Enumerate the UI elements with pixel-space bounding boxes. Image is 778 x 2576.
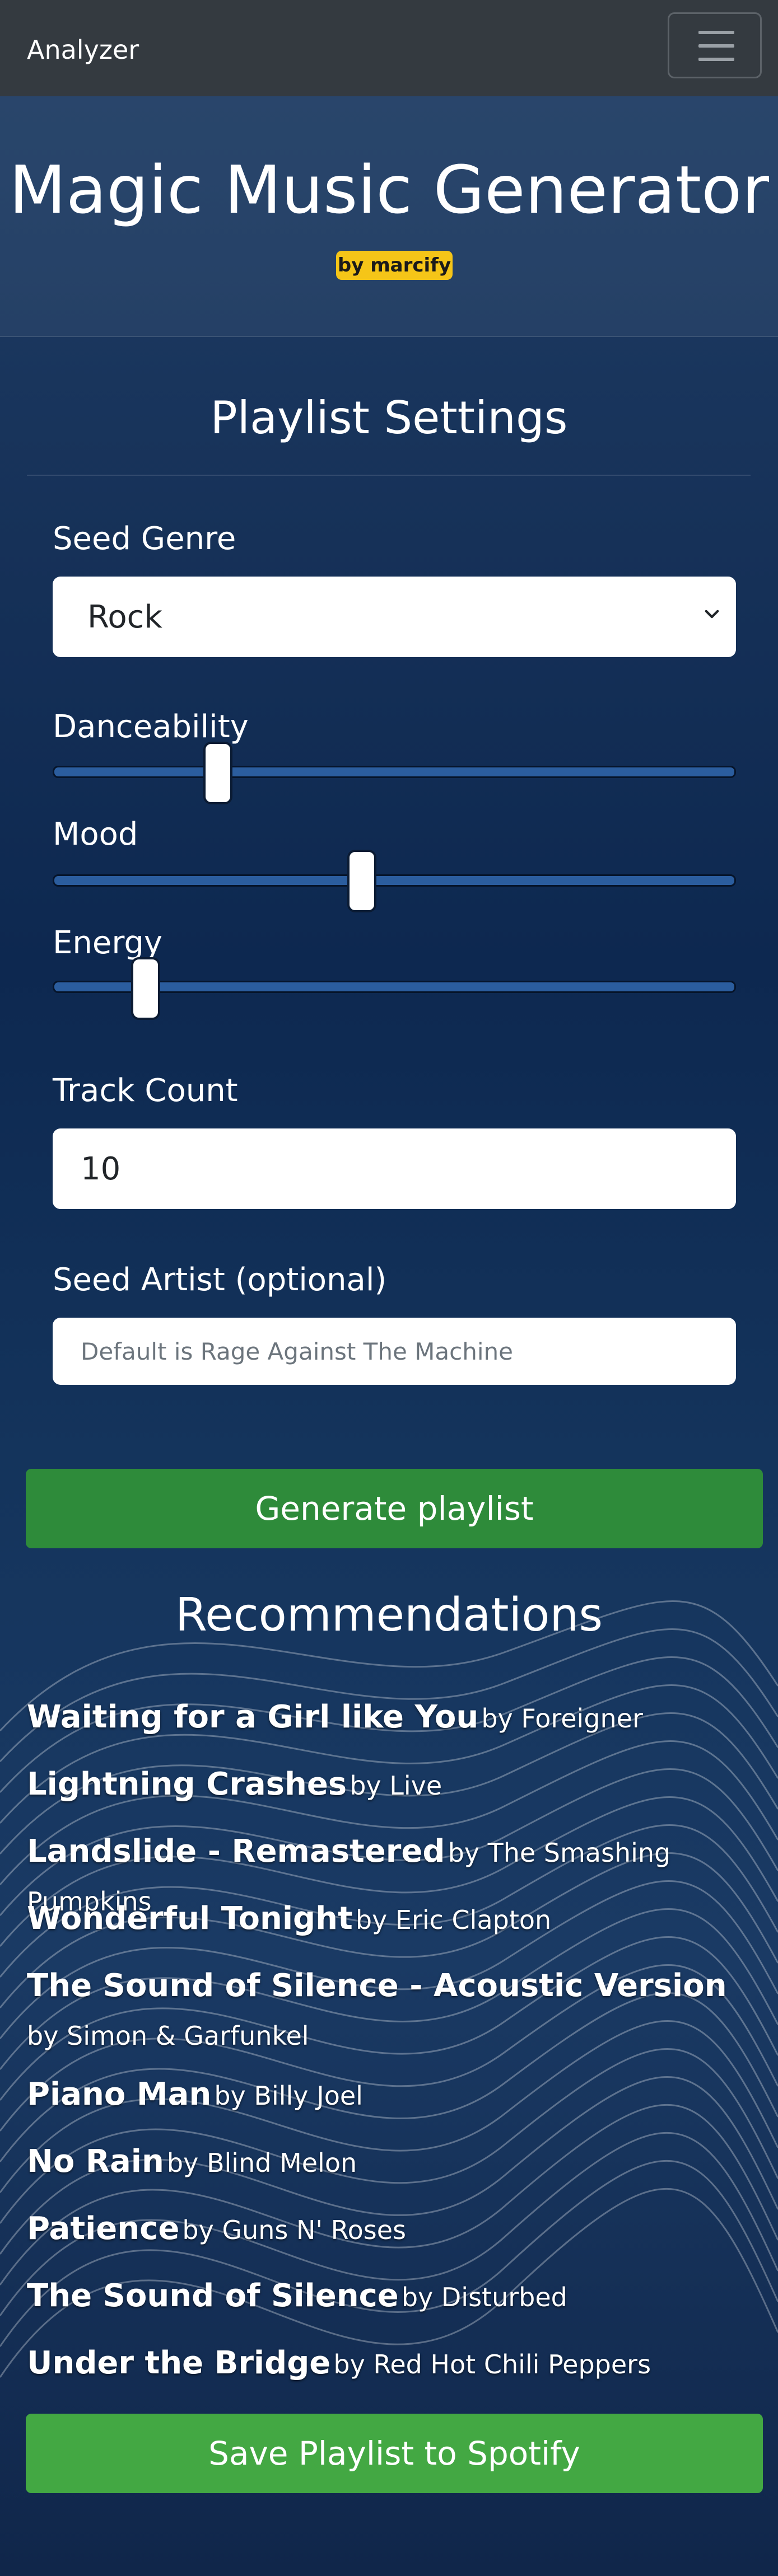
genre-select[interactable]: Rock [53,577,736,657]
navbar: Analyzer [0,0,778,96]
navbar-brand[interactable]: Analyzer [27,35,139,65]
save-to-spotify-button[interactable]: Save Playlist to Spotify [26,2414,763,2493]
seed-artist-input[interactable]: Default is Rage Against The Machine [53,1318,736,1385]
genre-select-value: Rock [87,599,162,635]
mood-slider-thumb[interactable] [347,850,376,912]
list-item: Under the Bridge by Red Hot Chili Pepper… [27,2345,651,2381]
generate-playlist-button[interactable]: Generate playlist [26,1469,763,1548]
danceability-slider-thumb[interactable] [203,742,232,804]
genre-label: Seed Genre [53,521,236,557]
list-item: Waiting for a Girl like You by Foreigner [27,1699,643,1735]
danceability-label: Danceability [53,709,249,745]
list-item: The Sound of Silence by Disturbed [27,2278,567,2314]
list-item: Piano Man by Billy Joel [27,2076,363,2113]
energy-slider-thumb[interactable] [131,957,161,1020]
mood-label: Mood [53,816,138,853]
seed-artist-placeholder: Default is Rage Against The Machine [81,1338,513,1365]
track-count-input[interactable]: 10 [53,1128,736,1209]
list-item: Wonderful Tonight by Eric Clapton [27,1900,552,1937]
danceability-slider[interactable] [53,766,736,778]
chevron-down-icon [705,610,719,619]
energy-label: Energy [53,925,163,961]
list-item: Lightning Crashes by Live [27,1766,442,1802]
hamburger-menu-icon [698,31,734,34]
wave-line [0,2104,778,2285]
author-badge: by marcify [336,251,453,280]
seed-artist-label: Seed Artist (optional) [53,1262,387,1298]
recommendations-heading: Recommendations [175,1589,603,1642]
track-count-value: 10 [81,1151,121,1187]
settings-heading: Playlist Settings [210,392,568,444]
list-item: Patience by Guns N' Roses [27,2210,406,2247]
settings-divider [27,475,751,476]
navbar-menu-button[interactable] [668,12,762,78]
page-title: Magic Music Generator [9,151,769,228]
mood-slider[interactable] [53,874,736,887]
list-item: No Rain by Blind Melon [27,2143,357,2180]
list-item: The Sound of Silence - Acoustic Version … [27,1968,727,2051]
track-count-label: Track Count [53,1072,238,1109]
